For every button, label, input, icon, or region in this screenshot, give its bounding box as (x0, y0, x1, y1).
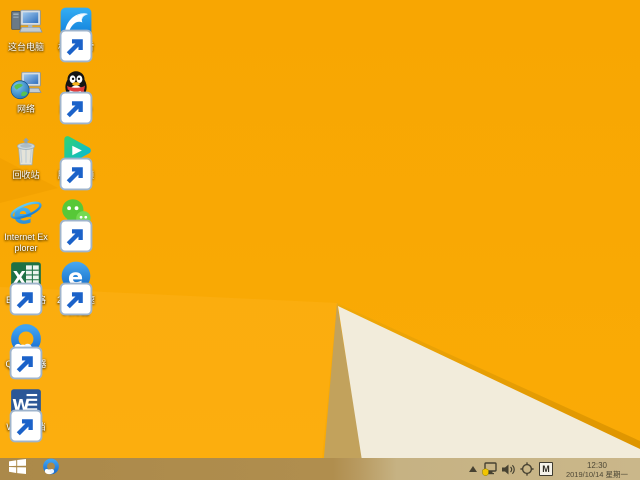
xunlei-icon (59, 6, 93, 63)
shortcut-arrow-icon (59, 282, 93, 316)
desktop-icon-this-pc[interactable]: 这台电脑 (3, 6, 49, 53)
shortcut-arrow-icon (9, 346, 43, 380)
taskbar-clock[interactable]: 12:30 2019/10/14 星期一 (558, 460, 636, 479)
shortcut-arrow-icon (9, 409, 43, 443)
wechat-icon (59, 196, 93, 253)
desktop-icon-label: 这台电脑 (7, 42, 44, 52)
desktop-icon-label: 回收站 (12, 170, 40, 180)
recycle-bin-icon (9, 134, 43, 168)
this-pc-icon (9, 6, 43, 40)
shortcut-arrow-icon (59, 29, 93, 63)
network-alert-icon[interactable] (482, 461, 497, 477)
network-icon (9, 68, 43, 102)
desktop-icon-tencent-video[interactable]: 腾讯视频 (53, 134, 99, 191)
word-icon: W (9, 386, 43, 443)
desktop-icon-network[interactable]: 网络 (3, 68, 49, 115)
system-tray: M 12:30 2019/10/14 星期一 (469, 458, 640, 480)
desktop-icon-word[interactable]: W Word文档 (3, 386, 49, 443)
shortcut-arrow-icon (59, 91, 93, 125)
windows-logo-icon (8, 459, 26, 479)
desktop-icon-label: Internet Explorer (4, 232, 48, 253)
tencent-video-icon (59, 134, 93, 191)
volume-icon[interactable] (502, 461, 515, 477)
safety-crosshair-icon[interactable] (520, 461, 534, 477)
desktop-icon-wechat[interactable]: 微信 (53, 196, 99, 253)
shortcut-arrow-icon (59, 157, 93, 191)
desktop-icon-recycle-bin[interactable]: 回收站 (3, 134, 49, 181)
desktop-icon-internet-explorer[interactable]: e Internet Explorer (3, 196, 49, 253)
desktop-icon-qq-browser[interactable]: QQ浏览器 (3, 323, 49, 380)
desktop-background[interactable]: 这台电脑 极速迅雷 (0, 0, 640, 480)
shortcut-arrow-icon (9, 282, 43, 316)
taskbar: M 12:30 2019/10/14 星期一 (0, 458, 640, 480)
internet-explorer-icon: e (9, 196, 43, 230)
2345-browser-icon: e (59, 259, 93, 316)
qq-browser-icon (42, 458, 60, 480)
desktop-icon-excel[interactable]: X Excel表格 (3, 259, 49, 316)
desktop-icon-xunlei[interactable]: 极速迅雷 (53, 6, 99, 63)
ime-indicator[interactable]: M (539, 462, 553, 476)
qq-penguin-icon (59, 68, 93, 125)
shortcut-arrow-icon (59, 219, 93, 253)
desktop-icon-tencent-qq[interactable]: 腾讯QQ (53, 68, 99, 125)
clock-time: 12:30 (586, 460, 608, 470)
desktop-icon-2345-browser[interactable]: e 2345加速浏览器 (53, 259, 99, 316)
show-hidden-icons-button[interactable] (469, 461, 477, 477)
excel-icon: X (9, 259, 43, 316)
qq-browser-icon (9, 323, 43, 380)
taskbar-pinned-qq-browser[interactable] (38, 458, 64, 480)
start-button[interactable] (2, 458, 32, 480)
clock-date: 2019/10/14 星期一 (565, 469, 629, 479)
desktop-icon-label: 网络 (16, 104, 35, 114)
